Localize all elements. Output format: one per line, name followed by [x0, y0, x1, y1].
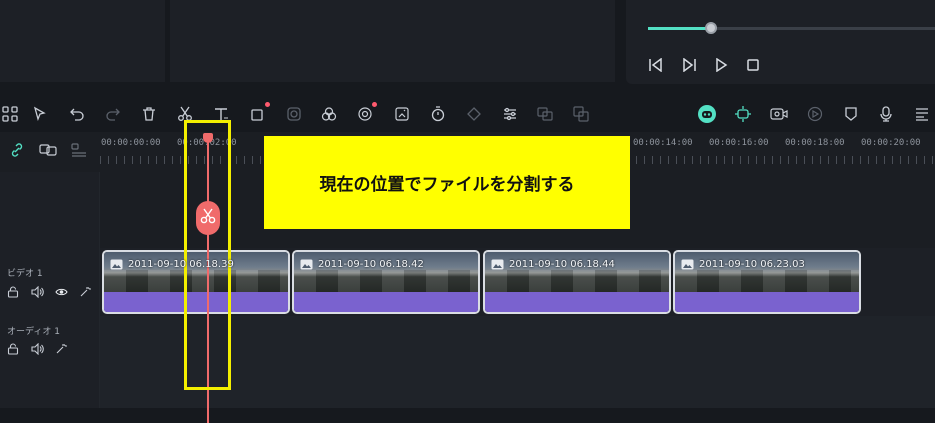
magic-wand-icon[interactable]	[54, 342, 68, 356]
ai-avatar-icon[interactable]	[697, 104, 717, 124]
ruler-label: 00:00:16:00	[709, 138, 769, 148]
video-clip[interactable]: 2011-09-10 06.23.03	[673, 250, 861, 314]
highlight-box	[184, 120, 231, 390]
mask-icon[interactable]	[284, 104, 304, 124]
clip-audio-bar	[675, 292, 859, 312]
video-clip[interactable]: 2011-09-10 06.18.44	[483, 250, 671, 314]
audio-track-header: オーディオ 1	[0, 316, 100, 408]
clip-title: 2011-09-10 06.18.39	[110, 259, 234, 270]
stop-icon[interactable]	[743, 55, 763, 75]
clip-thumbnail	[294, 252, 478, 292]
ai-color-icon[interactable]	[355, 102, 377, 124]
previous-frame-icon[interactable]	[646, 55, 666, 75]
clip-thumbnail	[675, 252, 859, 292]
audio-adjust-icon[interactable]	[500, 104, 520, 124]
screen-record-icon[interactable]	[769, 104, 789, 124]
crop-icon[interactable]	[248, 102, 270, 124]
clip-title: 2011-09-10 06.18.42	[300, 259, 424, 270]
grid-icon[interactable]	[0, 104, 20, 124]
clip-title-text: 2011-09-10 06.18.44	[509, 259, 615, 270]
ruler-label: 00:00:20:00	[861, 138, 921, 148]
ruler-label: 00:00:14:00	[633, 138, 693, 148]
timeline-toolbar	[0, 96, 935, 132]
audio-track-name: オーディオ 1	[7, 327, 60, 337]
track-layout-icon[interactable]	[70, 142, 88, 158]
magic-wand-icon[interactable]	[78, 285, 92, 299]
redo-icon[interactable]	[103, 104, 123, 124]
eye-icon[interactable]	[54, 285, 68, 299]
callout-text: 現在の位置でファイルを分割する	[319, 175, 575, 195]
auto-beat-icon[interactable]	[805, 104, 825, 124]
ruler-label: 00:00:00:00	[101, 138, 161, 148]
media-panel	[0, 0, 165, 82]
speaker-icon[interactable]	[30, 342, 44, 356]
speech-to-text-icon[interactable]	[535, 104, 555, 124]
auto-enhance-icon[interactable]	[392, 104, 412, 124]
ruler-label: 00:00:18:00	[785, 138, 845, 148]
lock-icon[interactable]	[6, 342, 20, 356]
image-icon	[110, 259, 123, 270]
preview-panel	[626, 0, 935, 84]
playback-progress-bar[interactable]	[648, 22, 935, 34]
link-icon[interactable]	[8, 142, 26, 158]
empty-track-header	[0, 172, 100, 248]
callout-label: 現在の位置でファイルを分割する	[264, 136, 630, 229]
video-clip[interactable]: 2011-09-10 06.18.42	[292, 250, 480, 314]
undo-icon[interactable]	[67, 104, 87, 124]
ai-tracking-icon[interactable]	[733, 104, 753, 124]
timer-icon[interactable]	[428, 104, 448, 124]
clip-audio-bar	[294, 292, 478, 312]
translate-icon[interactable]	[571, 104, 591, 124]
image-icon	[300, 259, 313, 270]
video-track-name: ビデオ 1	[7, 269, 43, 279]
clip-title-text: 2011-09-10 06.18.42	[318, 259, 424, 270]
play-icon[interactable]	[711, 55, 731, 75]
clip-thumbnail	[485, 252, 669, 292]
image-icon	[491, 259, 504, 270]
lock-icon[interactable]	[6, 285, 20, 299]
clip-audio-bar	[485, 292, 669, 312]
speaker-icon[interactable]	[30, 285, 44, 299]
clip-title: 2011-09-10 06.23.03	[681, 259, 805, 270]
storyboard-icon[interactable]	[912, 104, 932, 124]
image-icon	[681, 259, 694, 270]
color-icon[interactable]	[319, 104, 339, 124]
clip-title: 2011-09-10 06.18.44	[491, 259, 615, 270]
library-panel	[170, 0, 615, 82]
playback-progress-fill	[648, 27, 712, 30]
delete-icon[interactable]	[139, 104, 159, 124]
video-track-header: ビデオ 1	[0, 248, 100, 316]
timeline-scrollbar-area	[0, 408, 935, 423]
marker-icon[interactable]	[841, 104, 861, 124]
clip-title-text: 2011-09-10 06.18.39	[128, 259, 234, 270]
next-frame-icon[interactable]	[679, 55, 699, 75]
keyframe-icon[interactable]	[464, 104, 484, 124]
clip-title-text: 2011-09-10 06.23.03	[699, 259, 805, 270]
group-clip-icon[interactable]	[39, 142, 57, 158]
mic-icon[interactable]	[876, 104, 896, 124]
pointer-icon[interactable]	[30, 104, 50, 124]
